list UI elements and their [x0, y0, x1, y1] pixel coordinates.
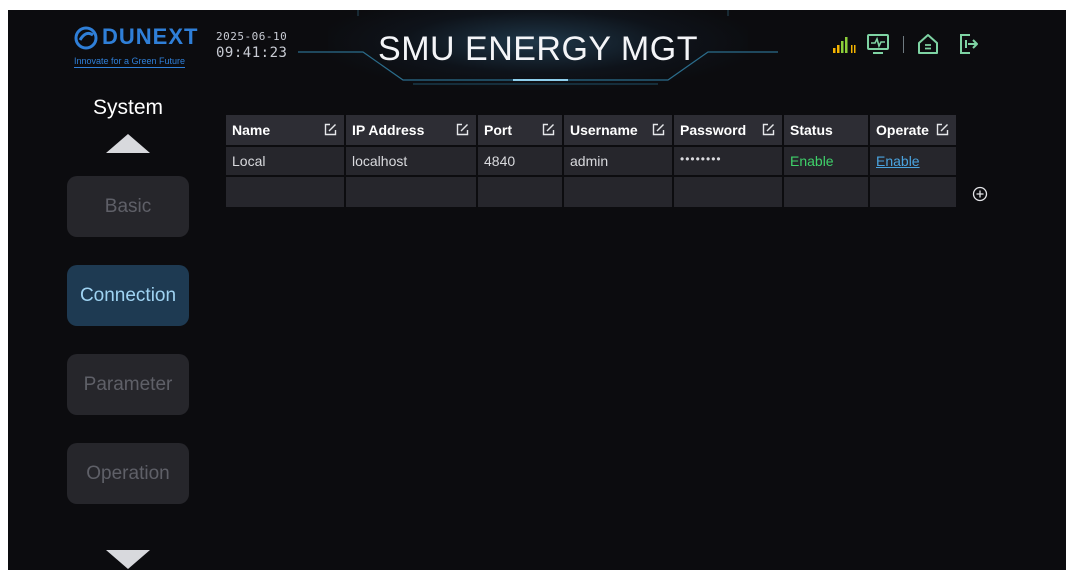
column-header-label: Operate — [876, 122, 929, 138]
signal-bars-icon — [833, 37, 856, 53]
nav-parameter-button[interactable]: Parameter — [67, 354, 189, 415]
page-title: SMU ENERGY MGT — [378, 30, 698, 68]
empty-cell — [346, 177, 476, 207]
cell-status: Enable — [784, 147, 868, 175]
app-screen: DUNEXT Innovate for a Green Future 2025-… — [8, 10, 1066, 570]
password-mask: •••••••• — [680, 152, 722, 166]
current-date: 2025-06-10 — [216, 30, 288, 43]
edit-icon[interactable] — [652, 123, 665, 136]
cell-ip-address: localhost — [346, 147, 476, 175]
column-header-username: Username — [564, 115, 672, 145]
column-header-label: Status — [790, 122, 833, 138]
column-header-label: Password — [680, 122, 747, 138]
table-row[interactable]: Local localhost 4840 admin •••••••• Enab… — [226, 147, 956, 175]
column-header-password: Password — [674, 115, 782, 145]
empty-cell — [674, 177, 782, 207]
logout-door-icon[interactable] — [956, 32, 980, 56]
header-bar: DUNEXT Innovate for a Green Future 2025-… — [8, 10, 1066, 90]
empty-cell — [226, 177, 344, 207]
cell-name: Local — [226, 147, 344, 175]
empty-cell — [564, 177, 672, 207]
brand-name: DUNEXT — [102, 24, 199, 49]
home-icon[interactable] — [916, 32, 940, 56]
column-header-label: Username — [570, 122, 638, 138]
column-header-ip-address: IP Address — [346, 115, 476, 145]
column-header-label: Name — [232, 122, 271, 138]
connection-table: Name IP Address Port Username Password S… — [224, 113, 958, 209]
cell-port: 4840 — [478, 147, 562, 175]
column-header-port: Port — [478, 115, 562, 145]
table-row-empty[interactable] — [226, 177, 956, 207]
empty-cell — [478, 177, 562, 207]
scroll-down-arrow-icon[interactable] — [106, 550, 150, 569]
add-row-plus-circle-icon[interactable] — [972, 186, 988, 202]
datetime: 2025-06-10 09:41:23 — [216, 30, 287, 62]
column-header-name: Name — [226, 115, 344, 145]
edit-icon[interactable] — [936, 123, 949, 136]
edit-icon[interactable] — [762, 123, 775, 136]
empty-cell — [870, 177, 956, 207]
edit-icon[interactable] — [324, 123, 337, 136]
header-divider — [903, 36, 904, 53]
cell-password: •••••••• — [674, 147, 782, 175]
edit-icon[interactable] — [542, 123, 555, 136]
scroll-up-arrow-icon[interactable] — [106, 134, 150, 153]
column-header-operate: Operate — [870, 115, 956, 145]
empty-cell — [784, 177, 868, 207]
cell-username: admin — [564, 147, 672, 175]
table-header-row: Name IP Address Port Username Password S… — [226, 115, 956, 145]
column-header-label: Port — [484, 122, 512, 138]
edit-icon[interactable] — [456, 123, 469, 136]
enable-link[interactable]: Enable — [876, 153, 920, 169]
monitor-chart-icon[interactable] — [866, 33, 890, 55]
cell-operate: Enable — [870, 147, 956, 175]
logo-mark-icon — [74, 26, 98, 50]
nav-operation-button[interactable]: Operation — [67, 443, 189, 504]
nav-basic-button[interactable]: Basic — [67, 176, 189, 237]
column-header-label: IP Address — [352, 122, 425, 138]
sidebar-title: System — [92, 96, 163, 119]
nav-connection-button[interactable]: Connection — [67, 265, 189, 326]
current-time: 09:41:23 — [216, 45, 288, 61]
brand-tagline: Innovate for a Green Future — [74, 56, 186, 68]
column-header-status: Status — [784, 115, 868, 145]
